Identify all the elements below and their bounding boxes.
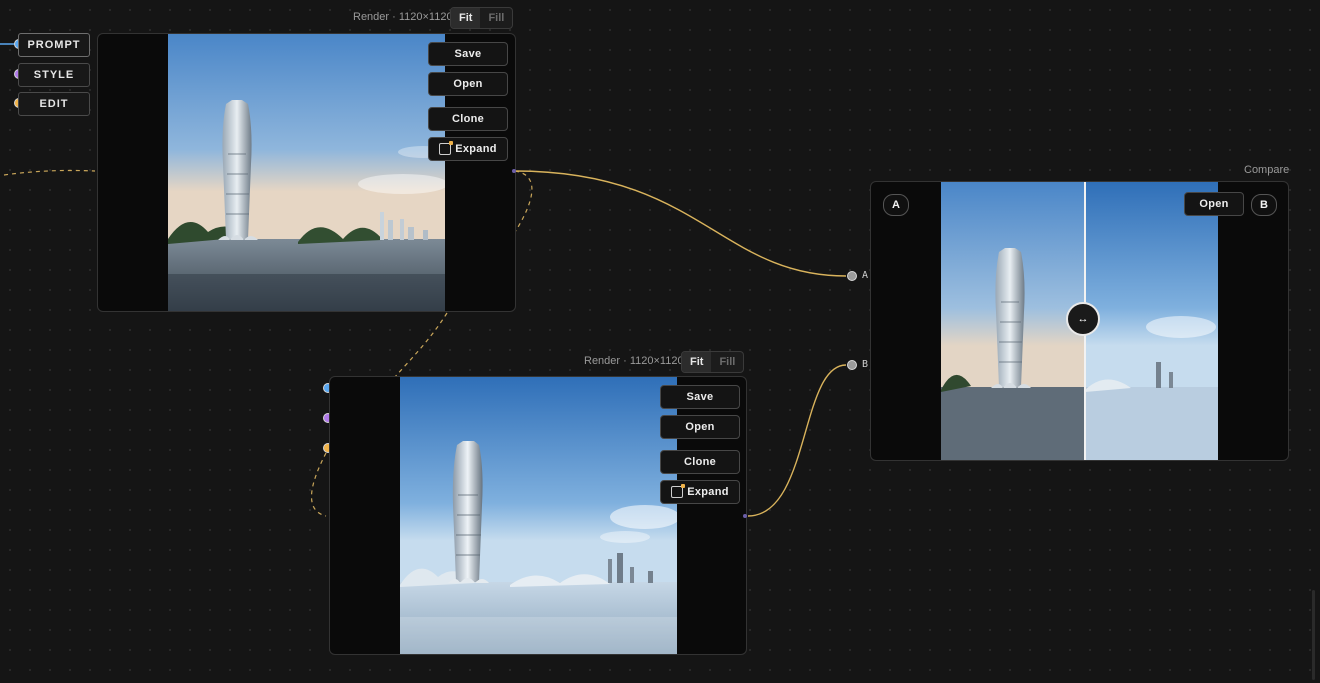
fit-mode-button[interactable]: Fit xyxy=(682,352,712,372)
render-node-2-title: Render · 1120×1120 xyxy=(584,355,684,367)
render-node-1: Save Open Clone Expand xyxy=(97,33,516,312)
compare-slider-handle[interactable]: ↔ xyxy=(1066,302,1100,336)
expand-icon xyxy=(439,141,454,155)
compare-input-a-label: A xyxy=(862,270,869,281)
compare-input-b-port[interactable] xyxy=(847,360,857,370)
style-tag[interactable]: STYLE xyxy=(18,63,90,87)
expand-label: Expand xyxy=(687,486,729,498)
expand-icon xyxy=(671,484,686,498)
render-node-1-output-port[interactable] xyxy=(512,169,516,173)
left-right-arrow-icon: ↔ xyxy=(1077,313,1089,325)
render-image-1 xyxy=(168,34,445,311)
fill-mode-button[interactable]: Fill xyxy=(711,352,743,372)
render-node-1-title: Render · 1120×1120 xyxy=(353,11,453,23)
save-button[interactable]: Save xyxy=(660,385,740,409)
canvas-scrollbar[interactable] xyxy=(1312,590,1315,680)
expand-label: Expand xyxy=(455,143,497,155)
render-node-2-output-port[interactable] xyxy=(743,514,747,518)
clone-button[interactable]: Clone xyxy=(428,107,508,131)
compare-node-title: Compare xyxy=(1244,164,1290,176)
render-node-2-mode-toggle: Fit Fill xyxy=(681,351,745,373)
fill-mode-button[interactable]: Fill xyxy=(480,8,512,28)
clone-button[interactable]: Clone xyxy=(660,450,740,474)
render-image-2 xyxy=(400,377,677,654)
expand-button[interactable]: Expand xyxy=(428,137,508,161)
compare-label-a: A xyxy=(883,194,909,216)
compare-open-button[interactable]: Open xyxy=(1184,192,1244,216)
fit-mode-button[interactable]: Fit xyxy=(451,8,481,28)
edit-tag[interactable]: EDIT xyxy=(18,92,90,116)
expand-button[interactable]: Expand xyxy=(660,480,740,504)
open-button[interactable]: Open xyxy=(660,415,740,439)
compare-label-b: B xyxy=(1251,194,1277,216)
save-button[interactable]: Save xyxy=(428,42,508,66)
compare-input-b-label: B xyxy=(862,359,869,370)
render-node-2: Save Open Clone Expand xyxy=(329,376,747,655)
open-button[interactable]: Open xyxy=(428,72,508,96)
compare-input-a-port[interactable] xyxy=(847,271,857,281)
render-node-1-mode-toggle: Fit Fill xyxy=(450,7,514,29)
prompt-tag[interactable]: PROMPT xyxy=(18,33,90,57)
